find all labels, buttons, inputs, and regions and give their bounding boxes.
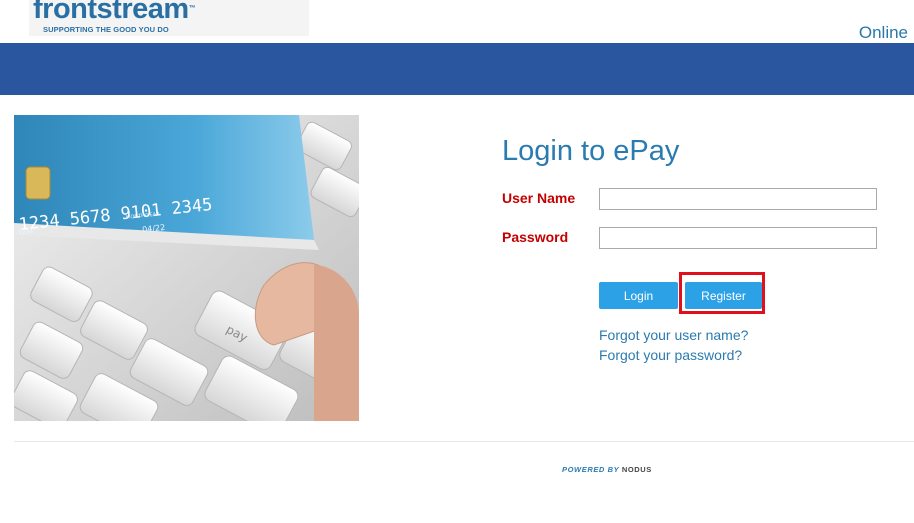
hero-image-credit-card-keyboard: pay 1234 5678 9101 2345 1234 MONTH/YEAR … [14, 115, 359, 421]
username-label: User Name [502, 190, 576, 206]
card-chip [25, 166, 51, 200]
password-input[interactable] [599, 227, 877, 249]
forgot-password-link[interactable]: Forgot your password? [599, 347, 742, 363]
logo-trademark: ™ [188, 5, 196, 12]
footer-divider [14, 441, 914, 442]
powered-by-brand: NODUS [621, 465, 652, 474]
frontstream-logo: frontstream™ SUPPORTING THE GOOD YOU DO [29, 0, 309, 36]
hero-illustration: pay 1234 5678 9101 2345 1234 MONTH/YEAR … [14, 115, 359, 421]
header-banner [0, 43, 914, 95]
logo-tagline: SUPPORTING THE GOOD YOU DO [43, 25, 169, 34]
logo-wordmark: frontstream [33, 0, 189, 25]
page-title: Login to ePay [502, 135, 680, 167]
password-label: Password [502, 229, 569, 245]
login-button[interactable]: Login [599, 282, 678, 309]
forgot-username-link[interactable]: Forgot your user name? [599, 327, 748, 343]
powered-by-nodus: POWERED BY NODUS [562, 465, 652, 474]
username-input[interactable] [599, 188, 877, 210]
online-status-text: Online [858, 23, 908, 42]
register-highlight-box [679, 272, 765, 314]
powered-by-text: POWERED BY [562, 465, 622, 474]
